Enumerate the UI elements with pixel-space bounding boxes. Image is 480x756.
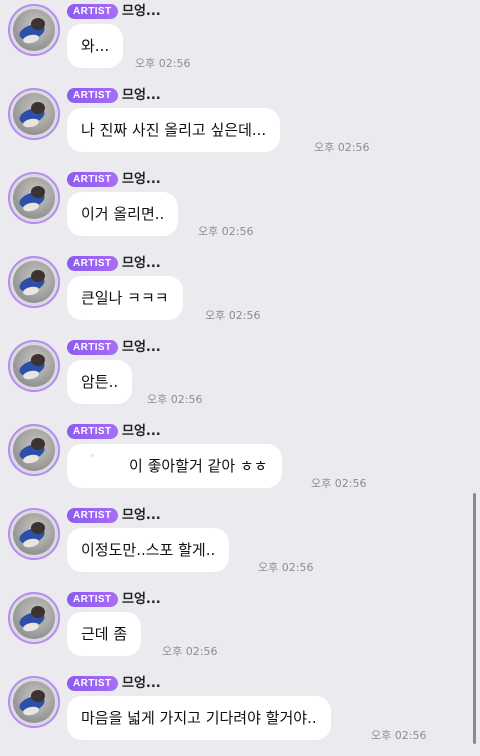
chat-message: ARTIST 므엉... 나 진짜 사진 올리고 싶은데... 오후 02:56 xyxy=(0,84,470,168)
message-time: 오후 02:56 xyxy=(314,141,370,154)
chat-message: ARTIST 므엉... 와... 오후 02:56 xyxy=(0,0,470,84)
message-bubble[interactable]: 이 좋아할거 같아 ㅎㅎ xyxy=(67,444,282,488)
message-time: 오후 02:56 xyxy=(258,561,314,574)
message-bubble[interactable]: 근데 좀 xyxy=(67,612,142,656)
avatar-photo xyxy=(13,9,55,51)
sender-name[interactable]: 므엉... xyxy=(122,675,161,692)
sender-name[interactable]: 므엉... xyxy=(122,87,161,104)
avatar-photo xyxy=(13,429,55,471)
message-time: 오후 02:56 xyxy=(371,729,427,742)
chat-message: ARTIST 므엉... 이 좋아할거 같아 ㅎㅎ 오후 02:56 xyxy=(0,420,470,504)
artist-badge: ARTIST xyxy=(67,256,118,271)
artist-badge: ARTIST xyxy=(67,676,118,691)
sender-name[interactable]: 므엉... xyxy=(122,507,161,524)
sender-name[interactable]: 므엉... xyxy=(122,3,161,20)
avatar-photo xyxy=(13,513,55,555)
avatar-photo xyxy=(13,177,55,219)
message-bubble[interactable]: 암튼.. xyxy=(67,360,133,404)
message-bubble[interactable]: 이정도만..스포 할게.. xyxy=(67,528,230,572)
message-time: 오후 02:56 xyxy=(135,57,191,70)
artist-badge: ARTIST xyxy=(67,172,118,187)
sender-name[interactable]: 므엉... xyxy=(122,591,161,608)
artist-badge: ARTIST xyxy=(67,424,118,439)
sender-name[interactable]: 므엉... xyxy=(122,171,161,188)
artist-avatar[interactable] xyxy=(8,4,60,56)
message-time: 오후 02:56 xyxy=(205,309,261,322)
message-time: 오후 02:56 xyxy=(162,645,218,658)
chat-message: ARTIST 므엉... 이정도만..스포 할게.. 오후 02:56 xyxy=(0,504,470,588)
chat-message: ARTIST 므엉... 마음을 넓게 가지고 기다려야 할거야.. 오후 02… xyxy=(0,672,470,756)
message-bubble[interactable]: 나 진짜 사진 올리고 싶은데... xyxy=(67,108,281,152)
message-time: 오후 02:56 xyxy=(147,393,203,406)
artist-badge: ARTIST xyxy=(67,508,118,523)
avatar-photo xyxy=(13,681,55,723)
artist-avatar[interactable] xyxy=(8,256,60,308)
artist-avatar[interactable] xyxy=(8,508,60,560)
avatar-photo xyxy=(13,345,55,387)
chat-message-list[interactable]: ARTIST 므엉... 와... 오후 02:56 ARTIST 므엉... … xyxy=(0,0,480,744)
sender-name[interactable]: 므엉... xyxy=(122,339,161,356)
artist-badge: ARTIST xyxy=(67,340,118,355)
artist-avatar[interactable] xyxy=(8,424,60,476)
artist-avatar[interactable] xyxy=(8,592,60,644)
message-bubble[interactable]: 큰일나 ㅋㅋㅋ xyxy=(67,276,183,320)
message-text: 이 좋아할거 같아 ㅎㅎ xyxy=(129,457,268,475)
artist-avatar[interactable] xyxy=(8,676,60,728)
sender-name[interactable]: 므엉... xyxy=(122,255,161,272)
faint-mark xyxy=(91,454,94,457)
message-bubble[interactable]: 마음을 넓게 가지고 기다려야 할거야.. xyxy=(67,696,331,740)
chat-message: ARTIST 므엉... 큰일나 ㅋㅋㅋ 오후 02:56 xyxy=(0,252,470,336)
artist-badge: ARTIST xyxy=(67,88,118,103)
artist-badge: ARTIST xyxy=(67,4,118,19)
avatar-photo xyxy=(13,597,55,639)
artist-avatar[interactable] xyxy=(8,88,60,140)
sender-name[interactable]: 므엉... xyxy=(122,423,161,440)
artist-badge: ARTIST xyxy=(67,592,118,607)
avatar-photo xyxy=(13,93,55,135)
message-bubble[interactable]: 와... xyxy=(67,24,124,68)
avatar-photo xyxy=(13,261,55,303)
chat-message: ARTIST 므엉... 암튼.. 오후 02:56 xyxy=(0,336,470,420)
message-bubble[interactable]: 이거 올리면.. xyxy=(67,192,179,236)
message-time: 오후 02:56 xyxy=(198,225,254,238)
chat-message: ARTIST 므엉... 근데 좀 오후 02:56 xyxy=(0,588,470,672)
message-time: 오후 02:56 xyxy=(311,477,367,490)
chat-message: ARTIST 므엉... 이거 올리면.. 오후 02:56 xyxy=(0,168,470,252)
scrollbar[interactable] xyxy=(473,493,476,744)
artist-avatar[interactable] xyxy=(8,340,60,392)
artist-avatar[interactable] xyxy=(8,172,60,224)
